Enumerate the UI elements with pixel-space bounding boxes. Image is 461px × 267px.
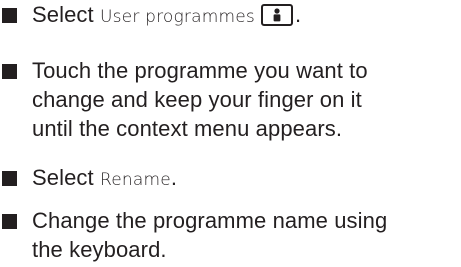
step-line: Touch the programme you want to <box>32 58 368 83</box>
square-bullet-icon <box>2 214 17 229</box>
step-prefix: Select <box>32 2 100 27</box>
square-bullet-icon <box>2 8 17 23</box>
step-suffix: . <box>294 2 302 27</box>
step-line: until the context menu appears. <box>32 116 343 141</box>
step-line: change and keep your finger on it <box>32 87 362 112</box>
step-line: the keyboard. <box>32 237 167 262</box>
user-icon <box>260 4 293 26</box>
step-text: Select User programmes. <box>32 0 301 32</box>
step-text: Touch the programme you want to change a… <box>32 56 368 143</box>
ui-term-user-programmes: User programmes <box>99 7 255 27</box>
square-bullet-icon <box>2 171 17 186</box>
step-prefix: Select <box>32 165 100 190</box>
step-suffix: . <box>170 165 178 190</box>
square-bullet-icon <box>2 64 17 79</box>
ui-term-rename: Rename <box>99 170 171 190</box>
step-line: Change the programme name using <box>32 208 388 233</box>
step-text: Select Rename. <box>32 163 177 195</box>
step-text: Change the programme name using the keyb… <box>32 206 387 264</box>
